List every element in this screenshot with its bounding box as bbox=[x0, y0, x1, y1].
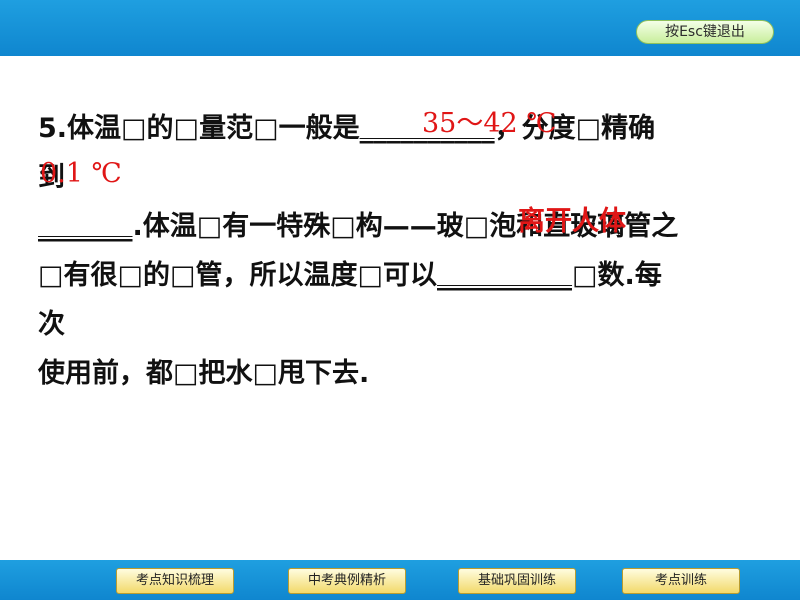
question-text-segment: 使用前，都□把水□甩下去. bbox=[38, 358, 370, 389]
question-line-3: _______.体温□有一特殊□构——玻□泡和直玻璃管之 bbox=[38, 202, 783, 251]
nav-knowledge-review[interactable]: 考点知识梳理 bbox=[116, 568, 234, 594]
nav-exam-training[interactable]: 考点训练 bbox=[622, 568, 740, 594]
question-line-6: 使用前，都□把水□甩下去. bbox=[38, 349, 783, 398]
nav-basic-practice[interactable]: 基础巩固训练 bbox=[458, 568, 576, 594]
question-line-2: 到 bbox=[38, 153, 783, 202]
question-line-4: □有很□的□管，所以温度□可以__________□数.每 bbox=[38, 251, 783, 300]
question-text-segment: □数.每 bbox=[572, 260, 662, 291]
answer-reading: 离开人体 bbox=[518, 206, 626, 237]
answer-blank: _______ bbox=[38, 211, 133, 242]
question-text: 5.体温□的□量范□一般是__________，分度□精确 到 _______.… bbox=[38, 104, 783, 398]
answer-range: 35～42 ℃ bbox=[422, 108, 557, 139]
nav-typical-examples[interactable]: 中考典例精析 bbox=[288, 568, 406, 594]
answer-blank: __________ bbox=[437, 260, 573, 291]
exit-button[interactable]: 按Esc键退出 bbox=[636, 20, 774, 44]
question-text-segment: 5.体温□的□量范□一般是 bbox=[38, 113, 360, 144]
question-line-5: 次 bbox=[38, 300, 783, 349]
question-text-segment: 次 bbox=[38, 309, 65, 340]
question-line-1: 5.体温□的□量范□一般是__________，分度□精确 bbox=[38, 104, 783, 153]
answer-precision: 0.1 ℃ bbox=[40, 158, 122, 189]
question-text-segment: □有很□的□管，所以温度□可以 bbox=[38, 260, 438, 291]
